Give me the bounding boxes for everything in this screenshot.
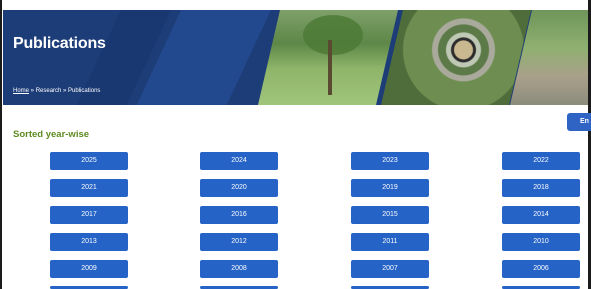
page-title: Publications — [13, 35, 106, 52]
section-title: Sorted year-wise — [13, 129, 90, 140]
year-button-2006[interactable]: 2006 — [502, 260, 580, 278]
year-button-2010[interactable]: 2010 — [502, 233, 580, 251]
breadcrumb-separator: » — [29, 88, 36, 94]
year-button-2019[interactable]: 2019 — [351, 179, 429, 197]
year-button-2014[interactable]: 2014 — [502, 206, 580, 224]
year-button-2012[interactable]: 2012 — [200, 233, 278, 251]
banner-photo-fountain — [381, 10, 531, 105]
language-button[interactable]: En — [567, 113, 591, 131]
year-button-2022[interactable]: 2022 — [502, 152, 580, 170]
year-button-2024[interactable]: 2024 — [200, 152, 278, 170]
year-button-2008[interactable]: 2008 — [200, 260, 278, 278]
top-margin — [0, 0, 591, 10]
breadcrumb-home-link[interactable]: Home — [13, 88, 29, 94]
year-button-2023[interactable]: 2023 — [351, 152, 429, 170]
year-button-2009[interactable]: 2009 — [50, 260, 128, 278]
window-left-edge — [0, 0, 2, 289]
year-button-2025[interactable]: 2025 — [50, 152, 128, 170]
year-button-2021[interactable]: 2021 — [50, 179, 128, 197]
year-button-2016[interactable]: 2016 — [200, 206, 278, 224]
breadcrumb: Home » Research » Publications — [13, 88, 100, 94]
breadcrumb-research-link[interactable]: Research — [36, 88, 62, 94]
tree-trunk-shape — [328, 40, 332, 95]
breadcrumb-current: Publications — [68, 88, 101, 94]
year-button-2017[interactable]: 2017 — [50, 206, 128, 224]
banner-photo-garden — [258, 10, 398, 105]
year-button-2011[interactable]: 2011 — [351, 233, 429, 251]
year-button-2007[interactable]: 2007 — [351, 260, 429, 278]
year-button-2013[interactable]: 2013 — [50, 233, 128, 251]
tree-shape — [303, 15, 363, 55]
year-button-2018[interactable]: 2018 — [502, 179, 580, 197]
year-button-2015[interactable]: 2015 — [351, 206, 429, 224]
year-button-2020[interactable]: 2020 — [200, 179, 278, 197]
page-banner: Publications Home » Research » Publicati… — [3, 10, 588, 105]
